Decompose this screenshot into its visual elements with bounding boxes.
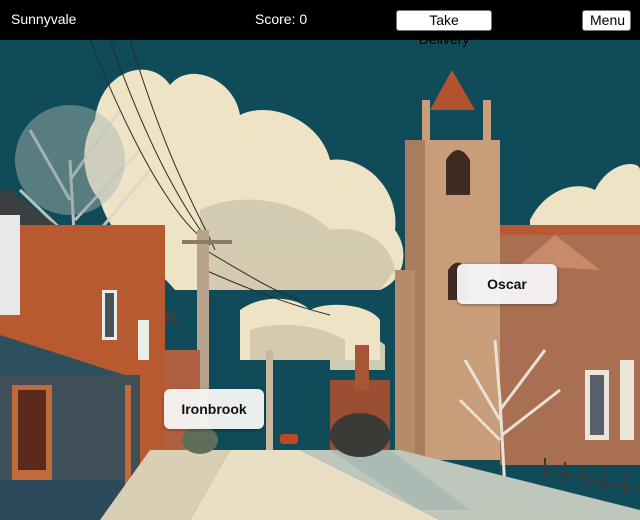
distant-car [280,434,298,444]
score-label: Score: [255,11,296,27]
take-delivery-button[interactable]: Take Delivery [396,10,492,47]
town-name: Sunnyvale [11,11,77,27]
location-label-ironbrook[interactable]: Ironbrook [164,389,264,429]
far-pole [266,350,273,455]
top-bar: Sunnyvale Score: 0 Take Delivery Menu [0,0,640,47]
score-display: Score: 0 [255,11,307,27]
right-house [500,225,640,465]
location-label-oscar[interactable]: Oscar [457,264,557,304]
score-value: 0 [299,11,308,27]
menu-button[interactable]: Menu [582,10,631,31]
